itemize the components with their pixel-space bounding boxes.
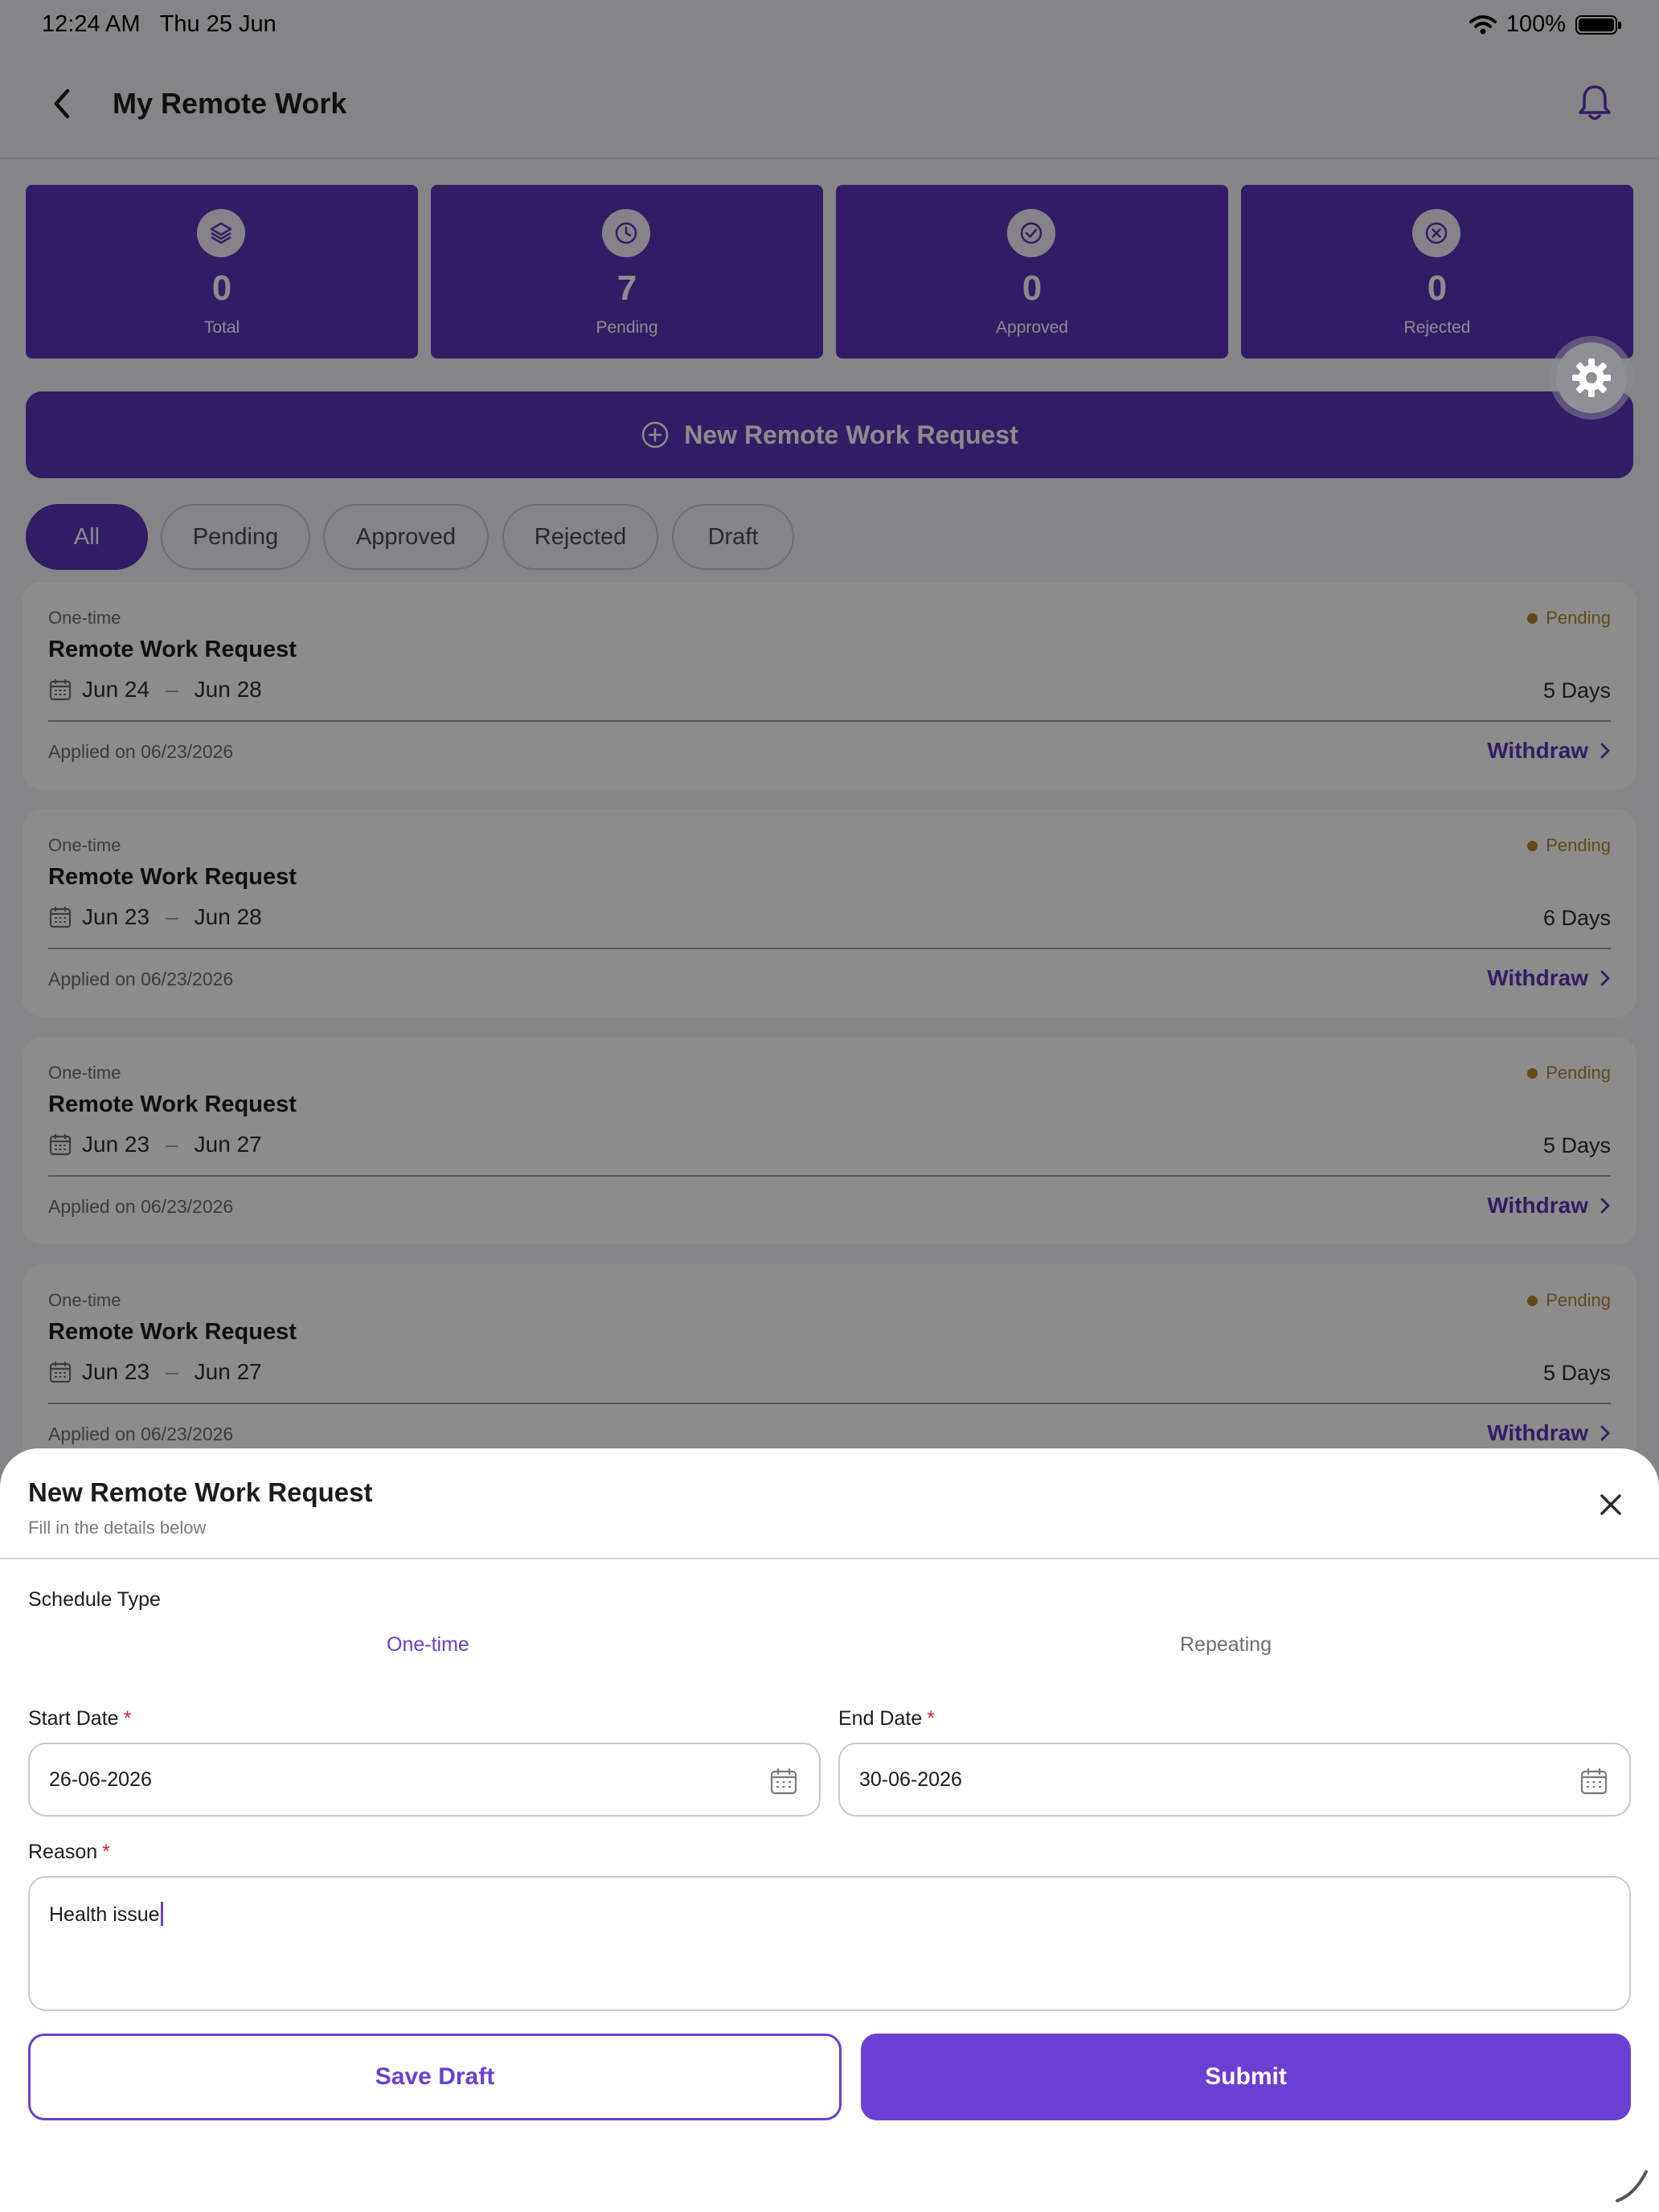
start-date-field[interactable]: 26-06-2026 <box>28 1743 821 1817</box>
schedule-option-repeating[interactable]: Repeating <box>1180 1633 1272 1657</box>
submit-button[interactable]: Submit <box>861 2034 1631 2120</box>
calendar-icon <box>1580 1768 1608 1795</box>
text-cursor <box>160 1902 163 1926</box>
resize-handle-icon[interactable] <box>1611 2164 1651 2204</box>
sheet-subtitle: Fill in the details below <box>28 1518 207 1538</box>
end-date-label: End Date * <box>838 1707 935 1730</box>
start-date-value: 26-06-2026 <box>49 1768 152 1791</box>
divider <box>0 1558 1659 1559</box>
settings-fab[interactable] <box>1556 342 1627 413</box>
save-draft-button[interactable]: Save Draft <box>28 2034 842 2120</box>
reason-value: Health issue <box>49 1902 163 1927</box>
schedule-type-label: Schedule Type <box>28 1588 161 1611</box>
close-icon <box>1600 1494 1621 1515</box>
start-date-label: Start Date * <box>28 1707 132 1730</box>
close-button[interactable] <box>1591 1485 1630 1524</box>
reason-textarea[interactable]: Health issue <box>28 1876 1631 2011</box>
end-date-value: 30-06-2026 <box>859 1768 962 1791</box>
reason-label: Reason * <box>28 1841 110 1863</box>
gear-icon <box>1572 358 1611 397</box>
calendar-icon <box>770 1768 797 1795</box>
new-request-sheet: New Remote Work Request Fill in the deta… <box>0 1448 1659 2212</box>
end-date-field[interactable]: 30-06-2026 <box>838 1743 1631 1817</box>
schedule-option-one-time[interactable]: One-time <box>387 1633 469 1657</box>
sheet-title: New Remote Work Request <box>28 1477 373 1507</box>
